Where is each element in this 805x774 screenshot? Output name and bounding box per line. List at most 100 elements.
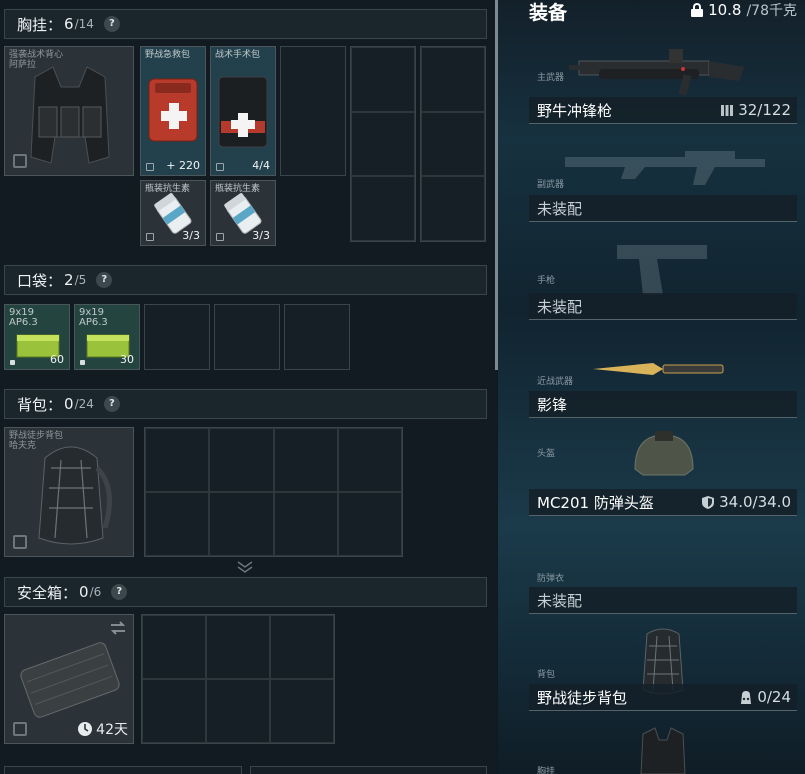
slot-pistol[interactable]: 手枪 未装配: [529, 223, 797, 320]
backpack-capacity: /24: [74, 397, 94, 411]
slot-name-bar: 野牛冲锋枪 32/122: [529, 97, 797, 124]
chest-rig-image: [640, 727, 686, 774]
chest-rig-count: 6: [64, 15, 74, 33]
slot-melee-weapon[interactable]: 近战武器 影锋: [529, 321, 797, 418]
swap-icon[interactable]: [109, 621, 127, 635]
slot-name-bar: 未装配: [529, 587, 797, 614]
first-aid-kit-image: [148, 78, 198, 142]
equipment-panel: 装备 10.8/78千克 主武器 野牛冲锋枪 32/122 副武器 未装配 手枪…: [498, 0, 805, 774]
chest-rig-capacity: /14: [74, 17, 94, 31]
rifle-silhouette-icon: [565, 151, 765, 185]
slot-corner-icon: [13, 722, 27, 736]
item-corner-icon: [216, 163, 224, 171]
safe-box-capacity: /6: [89, 585, 102, 599]
slot-chest-rig[interactable]: 胸挂: [529, 712, 797, 774]
empty-slot[interactable]: [284, 304, 350, 370]
empty-slot[interactable]: [280, 46, 346, 176]
slot-item-name: 野战徒步背包: [537, 688, 628, 707]
empty-slot[interactable]: [214, 304, 280, 370]
empty-slot-column[interactable]: [350, 46, 416, 242]
timer-text: 42天: [96, 722, 128, 738]
pocket-header: 口袋： 2 /5 ?: [4, 265, 487, 295]
slot-item-name: 未装配: [537, 297, 583, 316]
help-icon[interactable]: ?: [103, 396, 120, 412]
slot-primary-weapon[interactable]: 主武器 野牛冲锋枪 32/122: [529, 27, 797, 124]
pistol-silhouette-icon: [617, 245, 707, 295]
slot-item-value: 32/122: [720, 101, 791, 119]
inventory-item[interactable]: 9x19 AP6.3 60: [4, 304, 70, 370]
chest-rig-header: 胸挂： 6 /14 ?: [4, 9, 487, 39]
item-corner-icon: [10, 360, 15, 365]
item-qty: + 220: [166, 159, 200, 172]
backpack-header: 背包： 0 /24 ?: [4, 389, 487, 419]
slot-name-bar: MC201 防弹头盔 34.0/34.0: [529, 489, 797, 516]
inventory-item[interactable]: 瓶装抗生素 3/3: [140, 180, 206, 246]
safe-box-slot[interactable]: 42天: [4, 614, 134, 744]
slot-sub-label: 手枪: [537, 276, 556, 286]
item-qty: 60: [50, 353, 64, 366]
item-corner-icon: [146, 233, 154, 241]
item-corner-icon: [216, 233, 224, 241]
safe-box-grid[interactable]: [141, 614, 335, 744]
slot-secondary-weapon[interactable]: 副武器 未装配: [529, 125, 797, 222]
slot-name-bar: 野战徒步背包 0/24: [529, 684, 797, 711]
slot-body-armor[interactable]: 防弹衣 未装配: [529, 517, 797, 614]
slot-item-name: 未装配: [537, 591, 583, 610]
slot-sub-label: 头盔: [537, 449, 556, 459]
slot-item-name: MC201 防弹头盔: [537, 493, 654, 512]
pocket-capacity: /5: [74, 273, 87, 287]
item-qty: 4/4: [252, 159, 270, 172]
item-qty: 3/3: [182, 229, 200, 242]
inventory-panel: 胸挂： 6 /14 ? 强袭战术背心 阿萨拉 野战急救包 + 220 战术手术包: [0, 0, 497, 774]
weight-display: 10.8/78千克: [691, 0, 797, 20]
bag-icon: [741, 690, 752, 704]
item-qty: 3/3: [252, 229, 270, 242]
slot-item-value: 0/24: [739, 688, 791, 706]
slot-item-name: 未装配: [537, 199, 583, 218]
clock-icon: [78, 722, 93, 736]
empty-slot-column[interactable]: [420, 46, 486, 242]
expand-chevron-icon[interactable]: [235, 560, 255, 574]
slot-sub-label: 胸挂: [537, 767, 556, 774]
smg-image: [569, 49, 744, 96]
chest-rig-title: 胸挂：: [17, 15, 63, 34]
helmet-image: [634, 431, 694, 476]
inventory-item[interactable]: 瓶装抗生素 3/3: [210, 180, 276, 246]
slot-name-bar: 影锋: [529, 391, 797, 418]
help-icon[interactable]: ?: [111, 584, 128, 600]
weight-capacity: /78千克: [746, 3, 797, 19]
slot-helmet[interactable]: 头盔 MC201 防弹头盔 34.0/34.0: [529, 419, 797, 516]
item-corner-icon: [80, 360, 85, 365]
shield-icon: [702, 495, 715, 509]
backpack-grid[interactable]: [144, 427, 403, 557]
surgical-kit-image: [218, 76, 268, 148]
slot-item-name: 野牛冲锋枪: [537, 101, 613, 120]
item-corner-icon: [146, 163, 154, 171]
safe-box-title: 安全箱：: [17, 583, 78, 602]
bottom-tab[interactable]: [250, 766, 487, 774]
help-icon[interactable]: ?: [103, 16, 120, 32]
item-qty: 30: [120, 353, 134, 366]
weight-icon: [691, 3, 704, 17]
inventory-item[interactable]: 9x19 AP6.3 30: [74, 304, 140, 370]
slot-item-value: 34.0/34.0: [701, 493, 791, 511]
slot-sub-label: 防弹衣: [537, 574, 565, 584]
knife-image: [593, 363, 724, 375]
safe-box-count: 0: [79, 583, 89, 601]
inventory-item[interactable]: 野战急救包 + 220: [140, 46, 206, 176]
slot-sub-label: 副武器: [537, 180, 565, 190]
slot-sub-label: 背包: [537, 670, 556, 680]
slot-item-name: 影锋: [537, 395, 568, 414]
slot-corner-icon: [13, 535, 27, 549]
backpack-slot[interactable]: 野战徒步背包 哈夫克: [4, 427, 134, 557]
slot-sub-label: 主武器: [537, 73, 565, 83]
inventory-item[interactable]: 战术手术包 4/4: [210, 46, 276, 176]
empty-slot[interactable]: [144, 304, 210, 370]
bottom-tab[interactable]: [4, 766, 242, 774]
slot-backpack[interactable]: 背包 野战徒步背包 0/24: [529, 614, 797, 711]
chest-rig-slot[interactable]: 强袭战术背心 阿萨拉: [4, 46, 134, 176]
slot-corner-icon: [13, 154, 27, 168]
help-icon[interactable]: ?: [96, 272, 113, 288]
slot-name-bar: 未装配: [529, 293, 797, 320]
backpack-count: 0: [64, 395, 74, 413]
